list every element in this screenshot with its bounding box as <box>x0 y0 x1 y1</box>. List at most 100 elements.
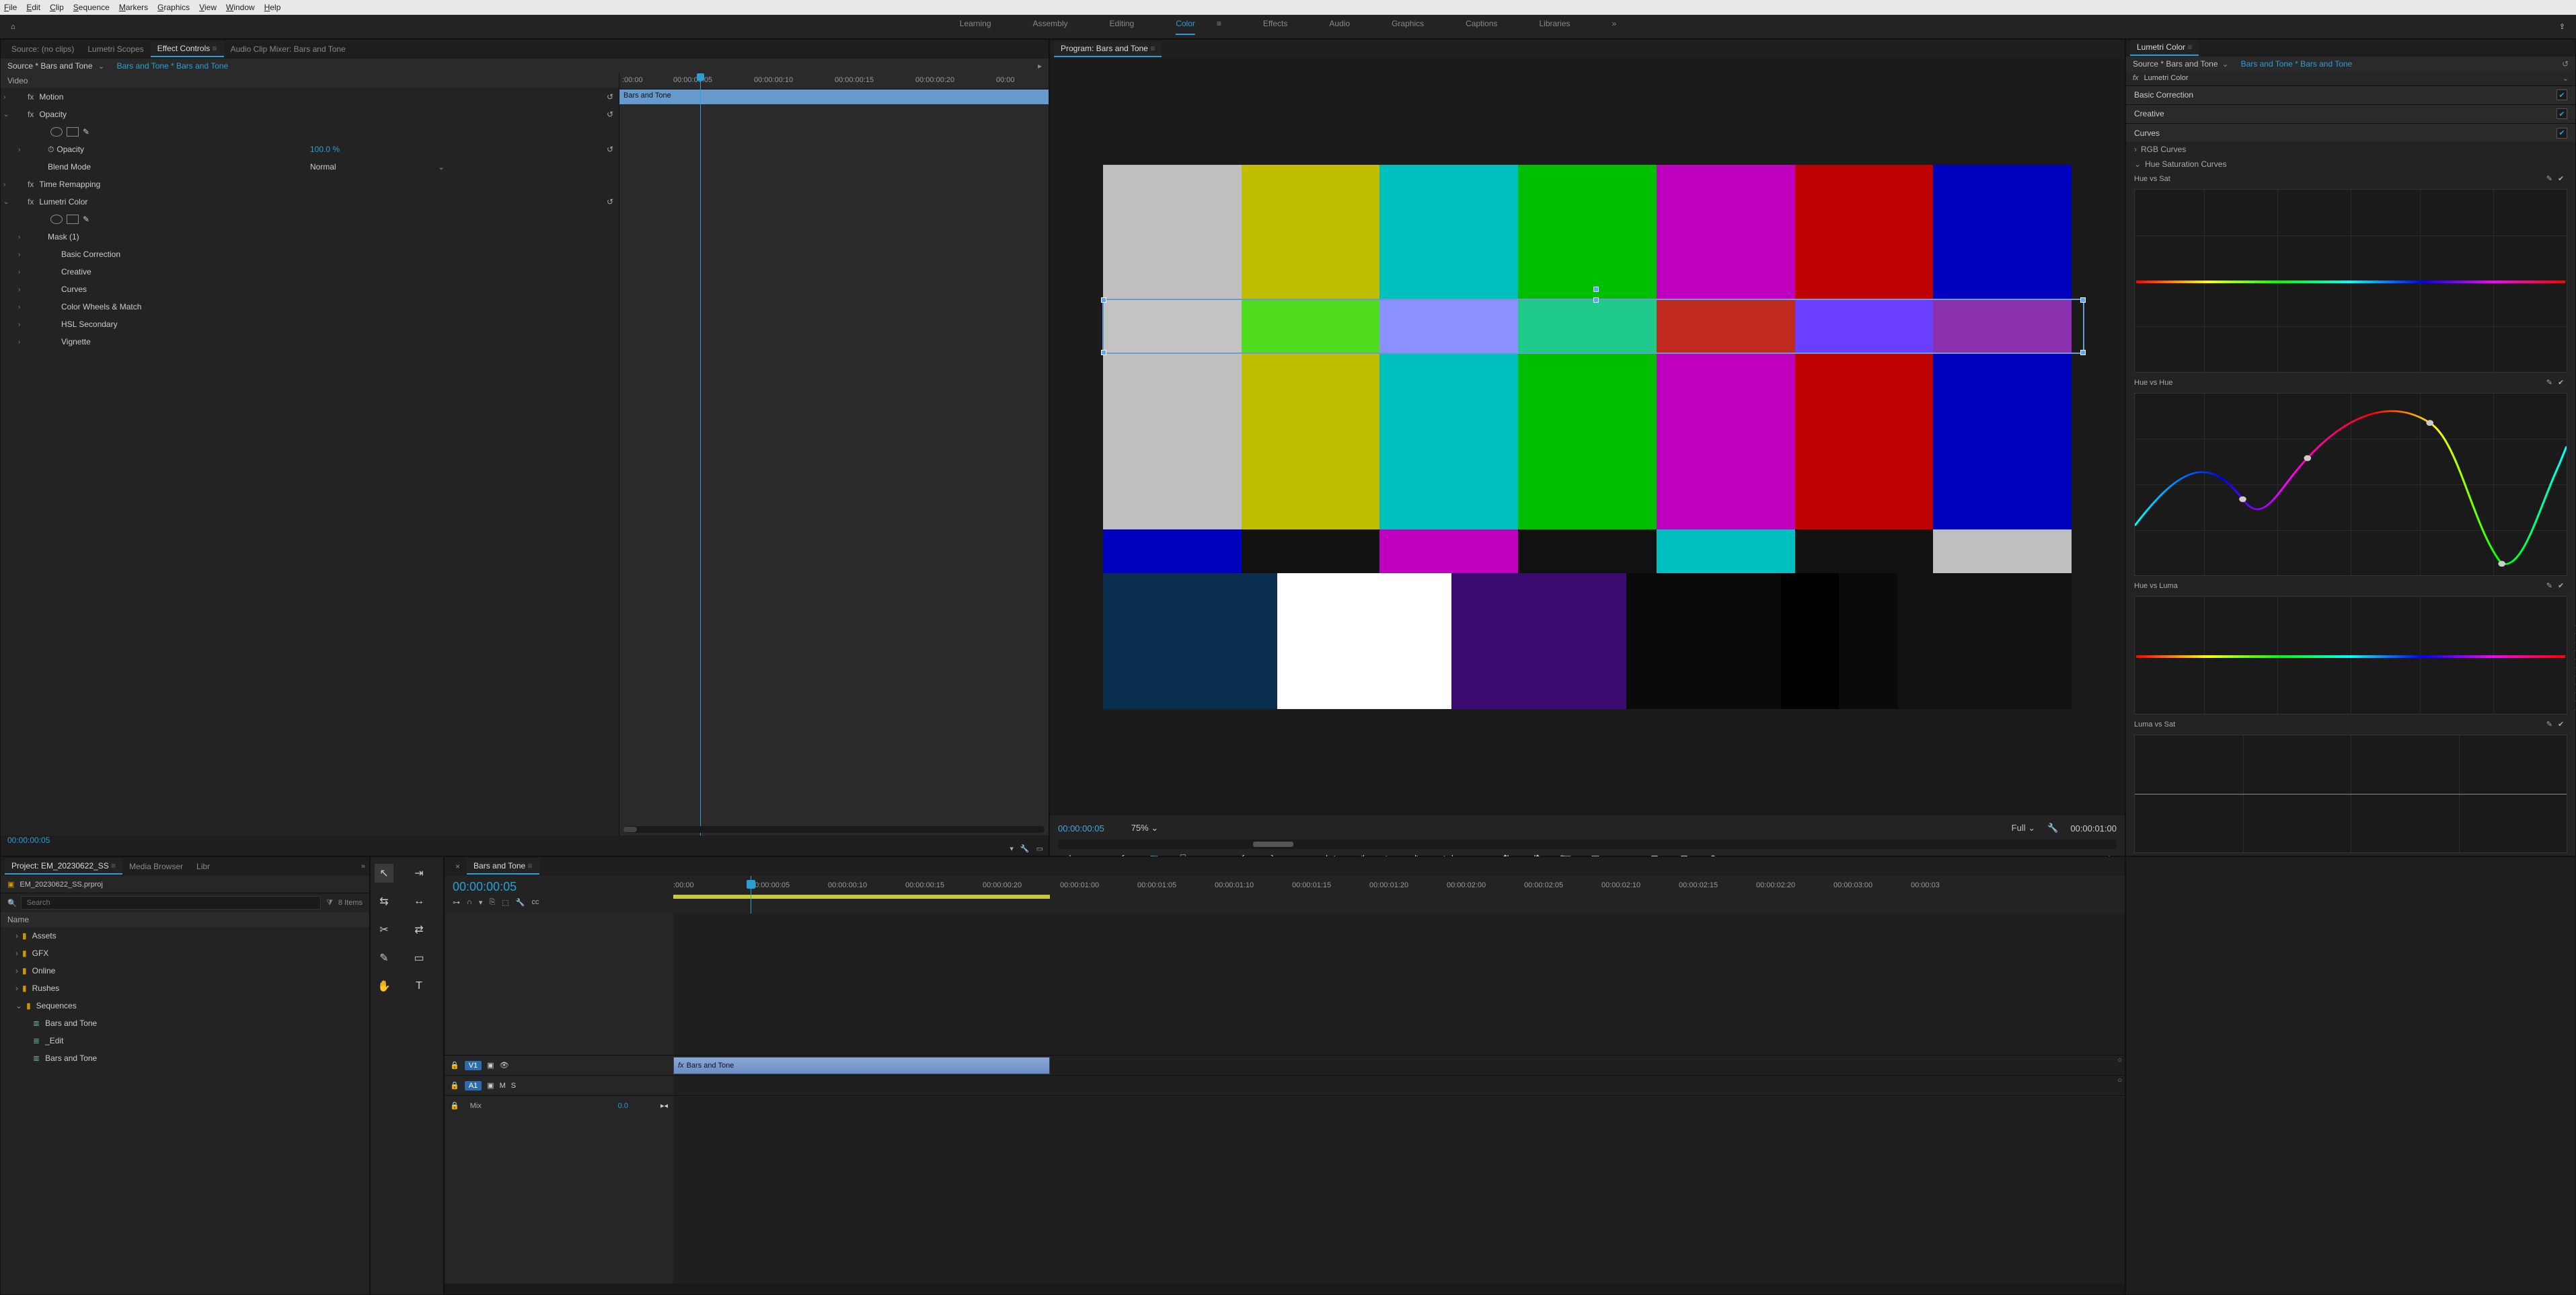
program-timecode[interactable]: 00:00:00:05 <box>1058 823 1104 834</box>
program-viewport[interactable] <box>1050 59 2125 815</box>
bin-assets[interactable]: ›▮Assets <box>1 927 369 945</box>
rect-mask-icon[interactable] <box>67 127 79 137</box>
ec-play-icon[interactable]: ▸ <box>1038 61 1042 71</box>
overflow-icon[interactable]: » <box>361 862 365 871</box>
bin-rushes[interactable]: ›▮Rushes <box>1 979 369 997</box>
tab-media-browser[interactable]: Media Browser <box>122 859 190 874</box>
menu-help[interactable]: Help <box>264 3 281 12</box>
ellipse-mask-icon[interactable] <box>50 127 63 137</box>
tab-scopes[interactable]: Lumetri Scopes <box>81 42 150 57</box>
program-fit[interactable]: Full ⌄ <box>2012 823 2035 834</box>
ws-color[interactable]: Color <box>1176 19 1195 35</box>
tab-audio-clip-mixer[interactable]: Audio Clip Mixer: Bars and Tone <box>224 42 352 57</box>
tab-sequence[interactable]: Bars and Tone <box>467 858 539 875</box>
chevron-down-icon[interactable]: ⌄ <box>2563 74 2569 83</box>
prop-opacity-value[interactable]: ›⏱Opacity100.0 %↺ <box>1 141 619 158</box>
timeline-timecode[interactable]: 00:00:00:05 <box>453 880 665 894</box>
chevron-down-icon[interactable]: ⌄ <box>2222 59 2229 69</box>
wrench-icon[interactable]: 🔧 <box>516 898 525 907</box>
pen-mask-icon[interactable]: ✎ <box>83 127 95 137</box>
wrench-icon[interactable]: 🔧 <box>1020 844 1030 853</box>
type-tool-icon[interactable]: T <box>410 977 428 996</box>
lock-icon[interactable]: 🔒 <box>450 1061 459 1070</box>
home-icon[interactable]: ⌂ <box>11 23 15 31</box>
track-select-tool-icon[interactable]: ⇥ <box>410 864 428 883</box>
menu-markers[interactable]: Markers <box>119 3 148 12</box>
slip-tool-icon[interactable]: ⇄ <box>410 920 428 939</box>
prop-creative[interactable]: ›Creative <box>1 263 619 281</box>
track-mix-header[interactable]: 🔒Mix0.0▸◂ <box>445 1095 673 1115</box>
reset-icon[interactable]: ↺ <box>607 110 613 119</box>
prop-color-wheels[interactable]: ›Color Wheels & Match <box>1 298 619 316</box>
pen-tool-icon[interactable]: ✎ <box>375 949 393 967</box>
opacity-value[interactable]: 100.0 % <box>310 145 340 154</box>
share-icon[interactable]: ⇪ <box>2559 22 2565 31</box>
seq-edit[interactable]: ≣_Edit <box>1 1032 369 1049</box>
search-icon[interactable]: 🔍 <box>7 899 17 908</box>
menu-edit[interactable]: Edit <box>26 3 40 12</box>
tab-source[interactable]: Source: (no clips) <box>5 42 81 57</box>
expand-icon[interactable]: ▸◂ <box>660 1101 668 1110</box>
checkbox-icon[interactable]: ✔ <box>2558 378 2567 387</box>
project-search-input[interactable] <box>21 896 321 910</box>
ripple-edit-tool-icon[interactable]: ⇆ <box>375 892 393 911</box>
reset-icon[interactable]: ↺ <box>607 145 613 154</box>
ws-overflow-icon[interactable]: » <box>1612 19 1617 35</box>
menu-view[interactable]: View <box>199 3 217 12</box>
checkbox-icon[interactable]: ✔ <box>2558 581 2567 591</box>
lane-a1[interactable] <box>673 1075 2125 1095</box>
prop-opacity[interactable]: ⌄fxOpacity↺ <box>1 106 619 123</box>
hue-vs-sat-curve[interactable] <box>2134 189 2567 372</box>
prop-hsl-secondary[interactable]: ›HSL Secondary <box>1 316 619 333</box>
checkbox-icon[interactable]: ✔ <box>2556 108 2567 119</box>
tab-lumetri-color[interactable]: Lumetri Color <box>2130 40 2199 56</box>
ellipse-mask-icon[interactable] <box>50 215 63 224</box>
insert-icon[interactable]: ⎘ <box>489 898 495 907</box>
ws-audio[interactable]: Audio <box>1329 19 1350 35</box>
ec-playhead[interactable] <box>700 73 701 836</box>
filter-icon[interactable]: ▾ <box>1010 844 1014 853</box>
menu-clip[interactable]: Clip <box>50 3 64 12</box>
ws-graphics[interactable]: Graphics <box>1392 19 1424 35</box>
snap-icon[interactable]: ⊶ <box>453 898 460 907</box>
caption-icon[interactable]: cc <box>531 898 539 907</box>
eyedropper-icon[interactable]: ✎ <box>2546 720 2552 729</box>
lock-icon[interactable]: 🔒 <box>450 1081 459 1090</box>
menu-window[interactable]: Window <box>226 3 255 12</box>
eyedropper-icon[interactable]: ✎ <box>2546 174 2552 184</box>
tab-effect-controls[interactable]: Effect Controls <box>151 41 224 57</box>
prop-motion[interactable]: ›fxMotion↺ <box>1 88 619 106</box>
checkbox-icon[interactable]: ✔ <box>2558 174 2567 184</box>
lane-mix[interactable] <box>673 1095 2125 1115</box>
panel-icon[interactable]: ▭ <box>1036 844 1043 853</box>
hue-vs-luma-curve[interactable]: -3-6-9-12-18-24-27-30-33-36-39-42-45-48 <box>2134 596 2567 714</box>
rect-mask-icon[interactable] <box>67 215 79 224</box>
ws-captions[interactable]: Captions <box>1466 19 1497 35</box>
prop-mask-1[interactable]: ›Mask (1) <box>1 228 619 246</box>
eyedropper-icon[interactable]: ✎ <box>2546 378 2552 387</box>
section-curves[interactable]: Curves✔ <box>2126 123 2575 142</box>
program-zoom[interactable]: 75% ⌄ <box>1131 823 1159 834</box>
bin-online[interactable]: ›▮Online <box>1 962 369 979</box>
prop-time-remapping[interactable]: ›fxTime Remapping <box>1 176 619 193</box>
timeline-clip[interactable]: fxBars and Tone <box>673 1057 1050 1074</box>
bin-gfx[interactable]: ›▮GFX <box>1 945 369 962</box>
menu-graphics[interactable]: Graphics <box>157 3 190 12</box>
seq-bars-and-tone[interactable]: ≣Bars and Tone <box>1 1014 369 1032</box>
prop-lumetri-color[interactable]: ⌄fxLumetri Color↺ <box>1 193 619 211</box>
rate-stretch-tool-icon[interactable]: ↔ <box>410 892 428 911</box>
bin-sequences[interactable]: ⌄▮Sequences <box>1 997 369 1014</box>
reset-icon[interactable]: ↺ <box>607 197 613 207</box>
reset-icon[interactable]: ↺ <box>607 92 613 102</box>
ws-editing[interactable]: Editing <box>1110 19 1135 35</box>
chevron-down-icon[interactable]: ⌄ <box>98 61 105 71</box>
section-creative[interactable]: Creative✔ <box>2126 104 2575 123</box>
menu-file[interactable]: File <box>4 3 17 12</box>
program-scrubber[interactable] <box>1058 840 2117 849</box>
checkbox-icon[interactable]: ✔ <box>2556 89 2567 100</box>
blend-mode-value[interactable]: Normal <box>310 162 336 172</box>
marker-icon[interactable]: ▾ <box>479 898 483 907</box>
timeline-ruler[interactable]: :00:00 00:00:00:05 00:00:00:10 00:00:00:… <box>673 876 2125 914</box>
razor-tool-icon[interactable]: ✂ <box>375 920 393 939</box>
eye-icon[interactable]: 👁 <box>500 1061 509 1070</box>
